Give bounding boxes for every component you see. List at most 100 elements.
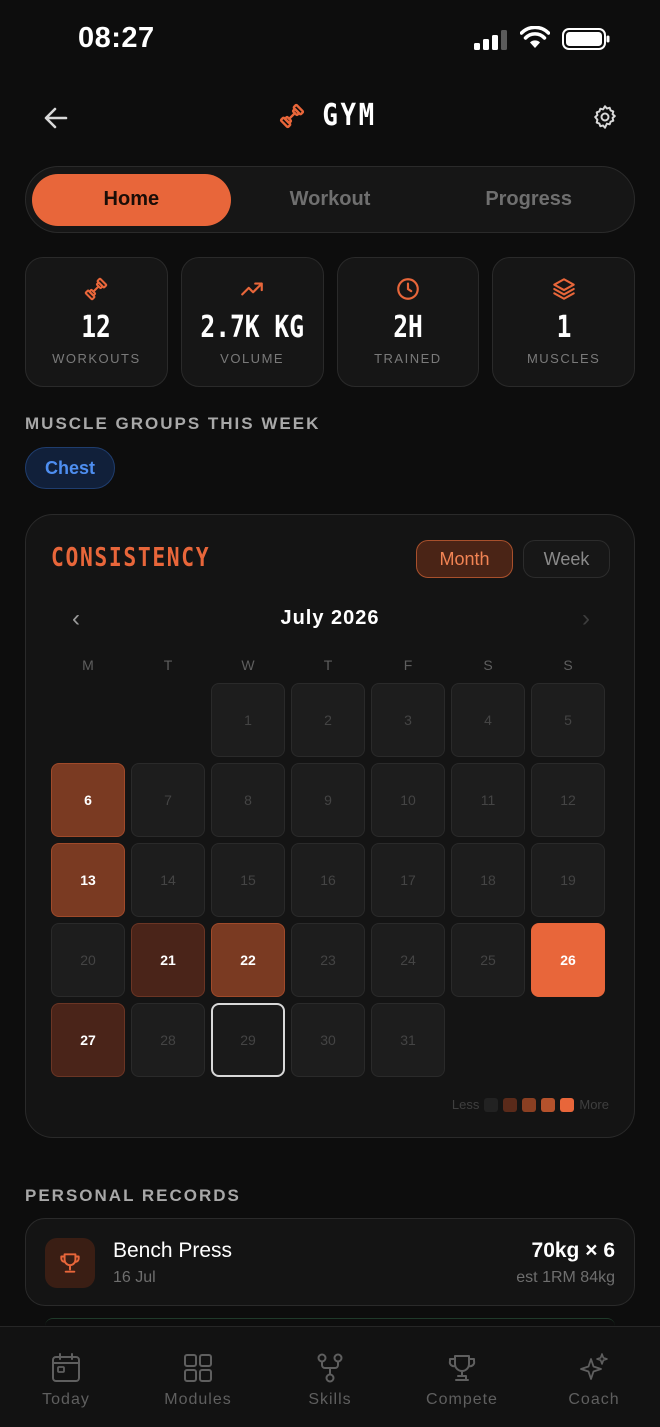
next-card-peek xyxy=(45,1318,615,1326)
calendar-day[interactable]: 1 xyxy=(211,683,285,757)
calendar-day[interactable]: 15 xyxy=(211,843,285,917)
calendar-day[interactable]: 3 xyxy=(371,683,445,757)
grid-icon xyxy=(184,1354,212,1382)
trophy-icon xyxy=(448,1355,476,1381)
calendar-day[interactable]: 9 xyxy=(291,763,365,837)
weekday-label: T xyxy=(323,657,333,673)
stat-label: WORKOUTS xyxy=(52,351,141,366)
nav-label: Coach xyxy=(568,1391,620,1408)
calendar-day[interactable]: 7 xyxy=(131,763,205,837)
calendar-day[interactable]: 4 xyxy=(451,683,525,757)
stat-value: 2H xyxy=(393,310,423,345)
muscle-groups-heading: MUSCLE GROUPS THIS WEEK xyxy=(25,414,321,433)
nav-label: Compete xyxy=(426,1391,498,1408)
settings-button[interactable] xyxy=(588,100,622,134)
weekday-label: S xyxy=(483,657,493,673)
calendar-day[interactable]: 26 xyxy=(531,923,605,997)
legend-less-label: Less xyxy=(451,1097,480,1112)
calendar-day[interactable]: 2 xyxy=(291,683,365,757)
calendar-day[interactable]: 20 xyxy=(51,923,125,997)
tab-home[interactable]: Home xyxy=(32,173,231,226)
legend-more-label: More xyxy=(579,1097,609,1112)
calendar-blank-cell xyxy=(51,683,125,757)
nav-compete[interactable]: Compete xyxy=(396,1327,528,1427)
battery-icon xyxy=(562,28,610,50)
record-value: 70kg × 6 xyxy=(531,1239,615,1262)
calendar-day[interactable]: 22 xyxy=(211,923,285,997)
calendar-day[interactable]: 8 xyxy=(211,763,285,837)
calendar-day[interactable]: 25 xyxy=(451,923,525,997)
calendar-day[interactable]: 12 xyxy=(531,763,605,837)
weekday-label: M xyxy=(82,657,94,673)
chevron-right-icon[interactable]: › xyxy=(574,605,598,633)
status-bar: 08:27 xyxy=(0,0,660,80)
stat-card-muscles: 1 MUSCLES xyxy=(492,257,635,387)
weekday-label: S xyxy=(563,657,573,673)
calendar-day-today[interactable]: 29 xyxy=(211,1003,285,1077)
weekday-header: MTWTFSS xyxy=(51,657,611,673)
header-title-group: GYM xyxy=(0,98,660,133)
legend-swatch xyxy=(503,1097,518,1112)
skills-branch-icon xyxy=(317,1353,343,1383)
bottom-nav: Today Modules Skills Compete Coach xyxy=(0,1326,660,1427)
calendar-month-label: July 2026 xyxy=(280,607,380,629)
week-toggle-button[interactable]: Week xyxy=(523,540,610,578)
calendar-day[interactable]: 17 xyxy=(371,843,445,917)
calendar-day[interactable]: 27 xyxy=(51,1003,125,1077)
legend-swatch xyxy=(541,1097,556,1112)
calendar-day[interactable]: 6 xyxy=(51,763,125,837)
calendar-day[interactable]: 19 xyxy=(531,843,605,917)
section-tabs: Home Workout Progress xyxy=(25,166,635,233)
wifi-icon xyxy=(520,26,550,48)
dumbbell-icon xyxy=(280,103,305,128)
record-item[interactable]: Bench Press 16 Jul 70kg × 6 est 1RM 84kg xyxy=(25,1218,635,1306)
calendar-day[interactable]: 18 xyxy=(451,843,525,917)
trending-up-icon xyxy=(241,282,263,296)
calendar-day[interactable]: 31 xyxy=(371,1003,445,1077)
layers-icon xyxy=(552,278,575,300)
nav-skills[interactable]: Skills xyxy=(264,1327,396,1427)
nav-label: Modules xyxy=(164,1391,232,1408)
calendar-day[interactable]: 5 xyxy=(531,683,605,757)
calendar-day[interactable]: 23 xyxy=(291,923,365,997)
calendar-grid: 1 2 3 4 5 6 7 8 9 10 11 12 13 14 15 16 17 18 19 20 21 22 23 24 2… xyxy=(51,683,611,1077)
weekday-label: T xyxy=(163,657,173,673)
clock-icon xyxy=(397,278,419,300)
record-estimate: est 1RM 84kg xyxy=(516,1269,615,1286)
stats-row: 12 WORKOUTS 2.7K KG VOLUME 2H TRAINED 1 … xyxy=(25,257,635,387)
legend-swatch xyxy=(522,1097,537,1112)
dumbbell-icon xyxy=(85,277,108,301)
nav-today[interactable]: Today xyxy=(0,1327,132,1427)
app-header: GYM xyxy=(0,90,660,146)
calendar-day[interactable]: 14 xyxy=(131,843,205,917)
legend-swatch xyxy=(560,1097,575,1112)
status-time: 08:27 xyxy=(78,22,155,54)
nav-modules[interactable]: Modules xyxy=(132,1327,264,1427)
calendar-day[interactable]: 30 xyxy=(291,1003,365,1077)
legend-swatch xyxy=(484,1097,499,1112)
calendar-day[interactable]: 11 xyxy=(451,763,525,837)
weekday-label: F xyxy=(403,657,413,673)
calendar-day[interactable]: 28 xyxy=(131,1003,205,1077)
tab-progress[interactable]: Progress xyxy=(429,174,628,226)
stat-value: 12 xyxy=(81,310,112,345)
gear-icon xyxy=(594,105,616,129)
record-exercise-name: Bench Press xyxy=(113,1239,233,1262)
calendar-icon xyxy=(52,1353,80,1382)
calendar-day[interactable]: 13 xyxy=(51,843,125,917)
stat-card-workouts: 12 WORKOUTS xyxy=(25,257,168,387)
stat-label: MUSCLES xyxy=(526,351,601,366)
intensity-legend: Less More xyxy=(452,1097,609,1112)
calendar-day[interactable]: 24 xyxy=(371,923,445,997)
muscle-chip-chest[interactable]: Chest xyxy=(25,447,116,489)
nav-label: Today xyxy=(42,1391,90,1408)
calendar-day[interactable]: 16 xyxy=(291,843,365,917)
stat-label: TRAINED xyxy=(374,351,442,366)
page-title: GYM xyxy=(322,98,378,133)
month-toggle-button[interactable]: Month xyxy=(416,540,513,578)
calendar-day[interactable]: 10 xyxy=(371,763,445,837)
calendar-day[interactable]: 21 xyxy=(131,923,205,997)
tab-workout[interactable]: Workout xyxy=(231,174,430,226)
weekday-label: W xyxy=(241,657,255,673)
nav-coach[interactable]: Coach xyxy=(528,1327,660,1427)
